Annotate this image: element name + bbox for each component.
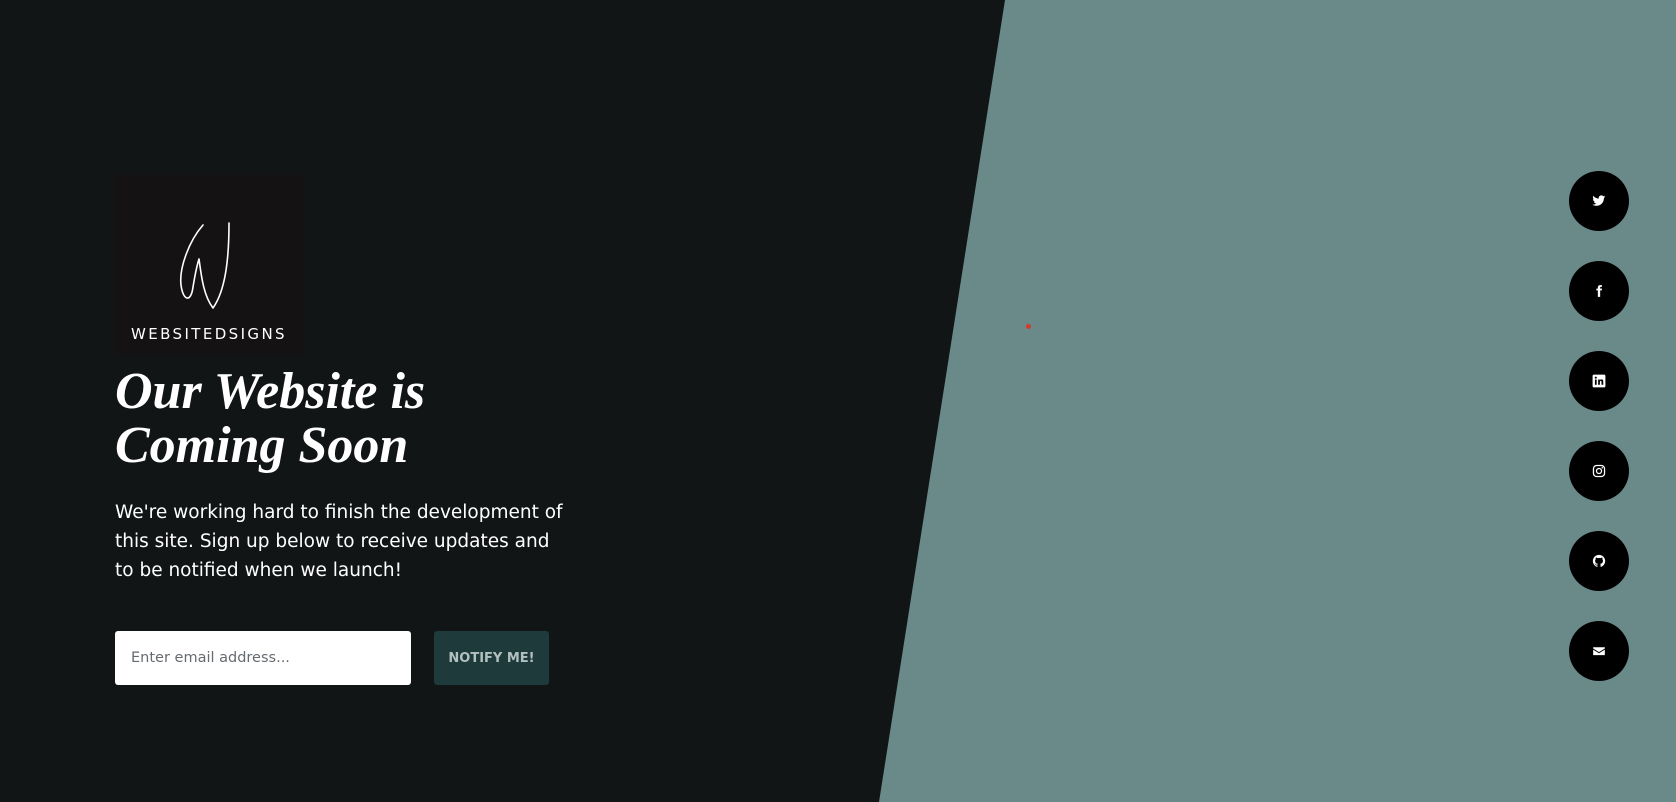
logo: WEBSITEDSIGNS (115, 175, 303, 355)
signature-w-icon (179, 222, 230, 309)
signup-form: NOTIFY ME! (115, 631, 575, 685)
main-content: WEBSITEDSIGNS Our Website is Coming Soon… (115, 175, 575, 685)
github-icon (1592, 554, 1606, 567)
linkedin-button[interactable] (1569, 351, 1629, 411)
envelope-icon (1593, 647, 1605, 656)
coming-soon-page: WEBSITEDSIGNS Our Website is Coming Soon… (0, 0, 1676, 802)
twitter-icon (1592, 195, 1606, 206)
email-input[interactable] (115, 631, 411, 685)
linkedin-icon (1592, 374, 1606, 388)
page-title-line-2: Coming Soon (115, 417, 409, 474)
red-dot (1026, 324, 1031, 329)
instagram-icon (1592, 464, 1606, 478)
notify-button[interactable]: NOTIFY ME! (434, 631, 549, 685)
email-button[interactable] (1569, 621, 1629, 681)
page-description: We're working hard to finish the develop… (115, 502, 563, 581)
social-links (1569, 171, 1629, 711)
logo-text: WEBSITEDSIGNS (131, 325, 287, 343)
facebook-icon (1596, 285, 1603, 297)
page-title: Our Website is Coming Soon (115, 365, 575, 473)
instagram-button[interactable] (1569, 441, 1629, 501)
facebook-button[interactable] (1569, 261, 1629, 321)
github-button[interactable] (1569, 531, 1629, 591)
page-title-line-1: Our Website is (115, 363, 426, 420)
twitter-button[interactable] (1569, 171, 1629, 231)
